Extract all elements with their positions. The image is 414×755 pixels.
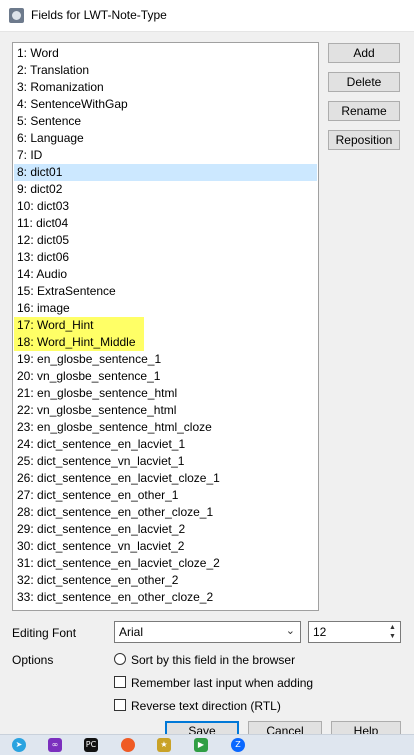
field-list-item[interactable]: 21: en_glosbe_sentence_html xyxy=(14,385,317,402)
field-list-item[interactable]: 15: ExtraSentence xyxy=(14,283,317,300)
add-button[interactable]: Add xyxy=(328,43,400,63)
rtl-checkbox[interactable] xyxy=(114,699,126,711)
title-bar: Fields for LWT-Note-Type xyxy=(0,0,414,32)
font-size-value: 12 xyxy=(313,625,327,639)
field-list-item[interactable]: 31: dict_sentence_en_lacviet_cloze_2 xyxy=(14,555,317,572)
field-list-item[interactable]: 4: SentenceWithGap xyxy=(14,96,317,113)
options-label: Options xyxy=(12,653,54,667)
field-list-item[interactable]: 7: ID xyxy=(14,147,317,164)
font-select-value: Arial xyxy=(119,625,144,639)
field-list-item[interactable]: 19: en_glosbe_sentence_1 xyxy=(14,351,317,368)
field-list-item[interactable]: 11: dict04 xyxy=(14,215,317,232)
telegram-icon[interactable]: ➤ xyxy=(12,738,26,752)
field-list-item[interactable]: 30: dict_sentence_vn_lacviet_2 xyxy=(14,538,317,555)
field-list-item[interactable]: 8: dict01 xyxy=(14,164,317,181)
font-select[interactable]: Arial ⌄ xyxy=(114,621,301,643)
pycharm-icon[interactable]: PC xyxy=(84,738,98,752)
app-icon xyxy=(9,8,24,23)
rtl-label: Reverse text direction (RTL) xyxy=(131,699,281,713)
field-list-item[interactable]: 22: vn_glosbe_sentence_html xyxy=(14,402,317,419)
field-list-item[interactable]: 27: dict_sentence_en_other_1 xyxy=(14,487,317,504)
remember-input-label: Remember last input when adding xyxy=(131,676,314,690)
field-list-item[interactable]: 2: Translation xyxy=(14,62,317,79)
field-list-item[interactable]: 9: dict02 xyxy=(14,181,317,198)
field-list-item[interactable]: 17: Word_Hint xyxy=(14,317,144,334)
field-list-item[interactable]: 1: Word xyxy=(14,45,317,62)
field-list-item[interactable]: 29: dict_sentence_en_lacviet_2 xyxy=(14,521,317,538)
field-list-item[interactable]: 33: dict_sentence_en_other_cloze_2 xyxy=(14,589,317,606)
field-list[interactable]: 1: Word 2: Translation 3: Romanization 4: S… xyxy=(12,42,319,611)
sort-field-radio[interactable] xyxy=(114,653,126,665)
field-list-item[interactable]: 23: en_glosbe_sentence_html_cloze xyxy=(14,419,317,436)
editing-font-label: Editing Font xyxy=(12,626,77,640)
field-list-item[interactable]: 5: Sentence xyxy=(14,113,317,130)
remember-input-checkbox[interactable] xyxy=(114,676,126,688)
postman-icon[interactable] xyxy=(121,738,135,752)
field-list-item[interactable]: 28: dict_sentence_en_other_cloze_1 xyxy=(14,504,317,521)
field-list-item[interactable]: 20: vn_glosbe_sentence_1 xyxy=(14,368,317,385)
field-list-item[interactable]: 10: dict03 xyxy=(14,198,317,215)
anki-icon[interactable]: ★ xyxy=(157,738,171,752)
field-list-item[interactable]: 24: dict_sentence_en_lacviet_1 xyxy=(14,436,317,453)
reposition-button[interactable]: Reposition xyxy=(328,130,400,150)
chevron-down-icon: ⌄ xyxy=(285,625,295,637)
visual-studio-icon[interactable]: ∞ xyxy=(48,738,62,752)
field-list-item[interactable]: 12: dict05 xyxy=(14,232,317,249)
field-list-item[interactable]: 16: image xyxy=(14,300,317,317)
delete-button[interactable]: Delete xyxy=(328,72,400,92)
field-list-item[interactable]: 32: dict_sentence_en_other_2 xyxy=(14,572,317,589)
font-size-spinner[interactable]: 12 ▲ ▼ xyxy=(308,621,401,643)
window-title: Fields for LWT-Note-Type xyxy=(31,8,167,22)
sort-field-label: Sort by this field in the browser xyxy=(131,653,296,667)
spin-up-icon[interactable]: ▲ xyxy=(386,623,399,632)
field-list-item[interactable]: 26: dict_sentence_en_lacviet_cloze_1 xyxy=(14,470,317,487)
field-list-item[interactable]: 25: dict_sentence_vn_lacviet_1 xyxy=(14,453,317,470)
field-list-item[interactable]: 13: dict06 xyxy=(14,249,317,266)
field-list-item[interactable]: 14: Audio xyxy=(14,266,317,283)
field-list-item[interactable]: 18: Word_Hint_Middle xyxy=(14,334,144,351)
field-list-item[interactable]: 6: Language xyxy=(14,130,317,147)
zalo-icon[interactable]: Z xyxy=(231,738,245,752)
spin-down-icon[interactable]: ▼ xyxy=(386,632,399,641)
field-list-item[interactable]: 3: Romanization xyxy=(14,79,317,96)
video-player-icon[interactable]: ▶ xyxy=(194,738,208,752)
taskbar: ➤ ∞ PC ★ ▶ Z xyxy=(0,734,414,755)
rename-button[interactable]: Rename xyxy=(328,101,400,121)
